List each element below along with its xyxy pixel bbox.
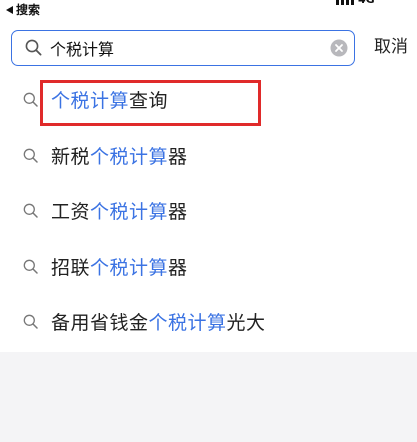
suggestion-item[interactable]: 工资 个税计算器 [0,183,417,239]
back-to-app-label: 搜索 [16,3,41,17]
cancel-button[interactable]: 取消 [374,36,408,58]
suggestion-suffix: 器 [168,145,188,168]
search-icon [23,92,38,107]
back-triangle-icon [6,6,13,14]
suggestion-text: 工资 个税计算器 [51,183,188,238]
suggestion-text: 个税计算 查询 [51,72,168,127]
suggestion-prefix: 工资 [51,201,91,223]
status-bar: 搜索 4G [0,0,417,22]
suggestion-item[interactable]: 新税 个税计算器 [0,128,417,184]
back-to-app-button[interactable]: 搜索 [6,2,40,18]
suggestion-match: 个税计算 [148,312,227,334]
suggestion-suffix: 器 [168,256,188,279]
search-bar: 取消 [0,26,417,70]
suggestion-text: 备用省钱金 个税计算 光大 [51,294,266,349]
search-input[interactable] [50,31,320,64]
suggestion-prefix: 新税 [51,145,91,168]
suggestion-prefix: 招联 [51,256,91,279]
suggestion-match: 个税计算 [51,90,130,112]
search-icon [25,39,42,56]
suggestion-prefix: 备用省钱金 [51,312,149,334]
suggestion-text: 招联 个税计算器 [51,239,188,294]
search-icon [23,203,38,218]
search-panel: 搜索 4G 取消 [0,0,417,352]
search-icon [23,259,38,274]
suggestion-match: 个税计算 [90,145,169,168]
suggestion-item[interactable]: 个税计算 查询 [0,72,417,128]
suggestion-item[interactable]: 招联 个税计算器 [0,239,417,295]
suggestion-suffix: 器 [168,201,188,223]
suggestion-match: 个税计算 [90,201,169,223]
clear-icon[interactable] [330,39,348,57]
suggestion-suffix: 光大 [226,312,266,334]
signal-strength-icon [336,0,354,5]
search-screen: 搜索 4G 取消 [0,0,417,442]
search-icon [23,148,38,163]
search-icon [23,314,38,329]
network-type: 4G [358,0,375,6]
suggestion-suffix: 查询 [129,90,169,112]
suggestion-match: 个税计算 [90,256,169,279]
suggestion-list: 个税计算 查询 新税 个税计算器 工资 个税计算器 招联 个税计算 器 备用省钱… [0,72,417,350]
suggestion-item[interactable]: 备用省钱金 个税计算 光大 [0,294,417,350]
search-field[interactable] [11,30,355,66]
suggestion-text: 新税 个税计算器 [51,128,188,183]
